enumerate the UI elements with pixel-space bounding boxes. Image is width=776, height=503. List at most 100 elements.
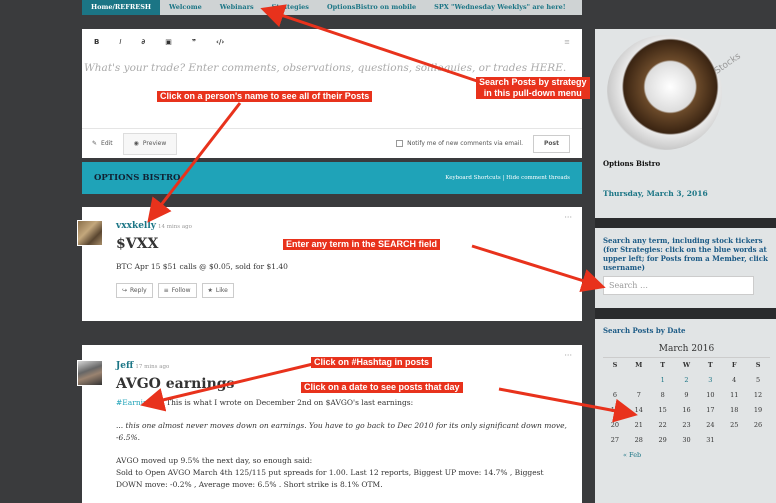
calendar-day-3[interactable]: 3 [698,373,722,388]
avatar[interactable] [77,220,103,246]
tab-webinars[interactable]: Webinars [211,0,263,15]
edit-label: Edit [101,140,113,147]
calendar-day-6: 6 [612,391,617,399]
preview-tab[interactable]: ◉ Preview [122,132,178,155]
calendar-day-29: 29 [658,436,667,444]
follow-label: Follow [171,287,191,294]
calendar-day-20: 20 [610,421,620,429]
calendar-day-11: 11 [730,391,739,399]
search-input[interactable]: Search … [603,276,754,295]
calendar-day-7: 7 [636,391,641,399]
reply-button[interactable]: ↪ Reply [116,283,153,298]
post-card: Jeff 17 mins ago AVGO earnings #Earnings.… [82,345,582,503]
star-icon: ★ [207,287,213,294]
reply-label: Reply [130,287,147,294]
intro-text: ... This is what I wrote on December 2nd… [156,398,414,407]
post-line3: DOWN move: -0.2% , Average move: 6.5% . … [116,480,383,489]
post-title: $VXX [116,236,159,252]
tab-spx-weeklys[interactable]: SPX "Wednesday Weeklys" are here! [425,0,574,15]
hashtag-link[interactable]: #Earnings [116,398,157,407]
author-name[interactable]: Jeff [116,361,133,371]
weekday-header: S [612,361,618,369]
sidebar: Stocks Options Bistro Thursday, March 3,… [595,29,776,503]
code-icon[interactable]: ‹/› [216,38,224,46]
weekday-header: S [755,361,761,369]
calendar-day-30: 30 [682,436,691,444]
notify-option[interactable]: Notify me of new comments via email. [396,140,523,147]
italic-icon[interactable]: I [119,38,121,46]
link-icon[interactable]: ∂ [141,38,145,46]
post-button[interactable]: Post [533,134,570,153]
editor-input[interactable]: What's your trade? Enter comments, obser… [84,62,566,74]
post-author[interactable]: Jeff 17 mins ago [116,361,169,371]
calendar-day-14: 14 [634,406,643,414]
image-icon[interactable]: ▣ [165,38,172,46]
weekday-header: F [731,361,737,369]
weekday-header: W [682,361,691,369]
calendar-day-17: 17 [706,406,715,414]
calendar-prev-month[interactable]: « Feb [603,448,770,462]
post-time: 14 mins ago [158,224,192,230]
weekday-header: T [660,361,666,369]
tab-home-refresh[interactable]: Home/REFRESH [82,0,161,15]
post-title: AVGO earnings [116,376,235,392]
post-body: BTC Apr 15 $51 calls @ $0.05, sold for $… [116,262,288,271]
calendar-day-9: 9 [684,391,689,399]
calendar-day-25: 25 [730,421,739,429]
preview-label: Preview [142,140,167,147]
calendar-day-2[interactable]: 2 [675,373,699,388]
calendar-day-26: 26 [753,421,763,429]
bistro-title: OPTIONS BISTRO [94,173,181,183]
calendar-day-1[interactable]: 1 [651,373,675,388]
post-quote-line1: ... this one almost never moves down on … [116,421,567,430]
calendar-day-18: 18 [730,406,739,414]
calendar-empty [627,373,651,388]
logo-caption: Options Bistro [603,159,661,168]
post-intro: #Earnings... This is what I wrote on Dec… [116,397,413,409]
weekday-header: T [707,361,713,369]
post-actions: ↪ Reply ≡ Follow ★ Like [116,283,234,298]
menu-icon[interactable]: ≡ [564,38,570,46]
tab-welcome[interactable]: Welcome [160,0,211,15]
calendar-day-8: 8 [660,391,665,399]
eye-icon: ◉ [133,140,139,147]
reply-icon: ↪ [122,287,128,294]
notify-checkbox[interactable] [396,140,404,147]
more-icon[interactable]: ··· [564,213,572,222]
calendar-empty [603,373,627,388]
calendar: March 2016 S M T W T F S 1 2 3 4 5 6 7 8 9 10 11 12… [603,341,770,462]
calendar-day-21: 21 [634,421,643,429]
calendar-card: Search Posts by Date March 2016 S M T W … [595,319,776,503]
pencil-icon: ✎ [92,140,98,147]
tab-mobile[interactable]: OptionsBistro on mobile [318,0,425,15]
post-author[interactable]: vxxkelly 14 mins ago [116,221,192,231]
calendar-day-22: 22 [658,421,667,429]
like-button[interactable]: ★ Like [201,283,234,298]
annotation-search: Enter any term in the SEARCH field [283,239,441,250]
calendar-day-12: 12 [753,391,763,399]
follow-button[interactable]: ≡ Follow [157,283,197,298]
tab-strategies[interactable]: Strategies [263,0,318,15]
avatar[interactable] [77,360,103,386]
bold-icon[interactable]: B [94,38,99,46]
annotation-hashtag: Click on #Hashtag in posts [311,357,433,368]
top-nav: Home/REFRESH Welcome Webinars Strategies… [82,0,582,15]
coffee-cup-logo [607,35,722,150]
follow-icon: ≡ [163,287,169,294]
more-icon[interactable]: ··· [564,351,572,360]
current-date: Thursday, March 3, 2016 [603,189,708,198]
calendar-day-13: 13 [610,406,620,414]
search-card: Search any term, including stock tickers… [595,228,776,308]
calendar-day-19: 19 [753,406,763,414]
search-info: Search any term, including stock tickers… [603,236,768,272]
edit-tab[interactable]: ✎ Edit [82,140,123,147]
options-bistro-bar: OPTIONS BISTRO Keyboard Shortcuts | Hide… [82,162,582,194]
calendar-day-28: 28 [634,436,643,444]
author-name[interactable]: vxxkelly [116,221,156,231]
editor-toolbar: B I ∂ ▣ ❞ ‹/› ≡ [82,29,582,55]
annotation-strategy: Search Posts by strategy in this pull-do… [476,77,590,99]
post-quote-line2: -6.5%. [116,433,140,442]
bistro-links[interactable]: Keyboard Shortcuts | Hide comment thread… [445,175,570,181]
quote-icon[interactable]: ❞ [192,38,196,46]
like-label: Like [215,287,228,294]
